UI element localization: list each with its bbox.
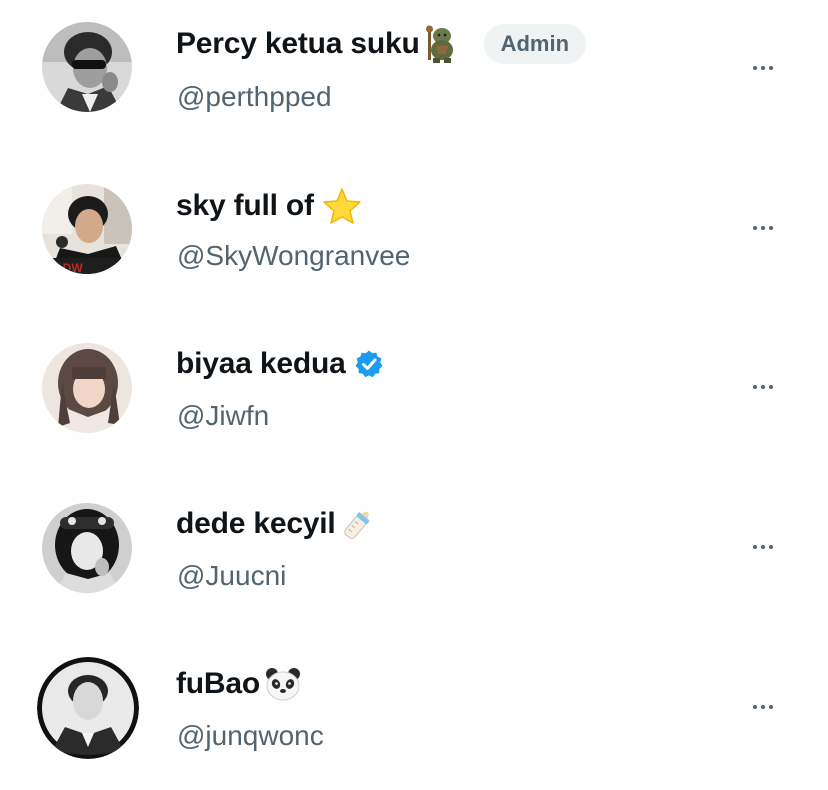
svg-text:ADW: ADW [54, 261, 83, 274]
member-list: Percy ketua suku Admin @perthpped ADW sk… [0, 0, 828, 773]
panda-emoji-icon [264, 666, 302, 702]
display-name: Percy ketua suku Admin [176, 22, 587, 66]
display-name: biyaa kedua [176, 342, 384, 386]
member-row[interactable]: Percy ketua suku Admin @perthpped [0, 0, 828, 150]
avatar[interactable] [42, 22, 132, 112]
more-dot-icon [753, 226, 757, 230]
avatar[interactable] [42, 343, 132, 433]
more-options-button[interactable] [740, 372, 786, 402]
display-name: fuBao [176, 662, 302, 706]
handle: @Juucni [177, 560, 287, 591]
member-row[interactable]: ADW sky full of @SkyWongranvee [0, 160, 828, 310]
member-row[interactable]: fuBao @junqwonc [0, 640, 828, 790]
more-dot-icon [769, 226, 773, 230]
more-dot-icon [769, 705, 773, 709]
avatar[interactable]: ADW [42, 184, 132, 274]
handle: @perthpped [177, 81, 332, 112]
more-dot-icon [753, 545, 757, 549]
baby-bottle-emoji-icon [338, 504, 378, 544]
more-options-button[interactable] [740, 213, 786, 243]
display-name: dede kecyil [176, 502, 378, 546]
member-row[interactable]: dede kecyil @Juucni [0, 480, 828, 630]
more-options-button[interactable] [740, 692, 786, 722]
display-name-text: Percy ketua suku [176, 27, 420, 60]
display-name: sky full of [176, 184, 362, 228]
display-name-text: sky full of [176, 189, 314, 222]
more-dot-icon [761, 545, 765, 549]
more-dot-icon [761, 66, 765, 70]
handle: @SkyWongranvee [177, 240, 411, 271]
more-dot-icon [769, 385, 773, 389]
avatar[interactable] [37, 657, 139, 759]
member-row[interactable]: biyaa kedua @Jiwfn [0, 320, 828, 470]
more-options-button[interactable] [740, 532, 786, 562]
admin-badge: Admin [483, 24, 587, 64]
more-dot-icon [761, 705, 765, 709]
troll-emoji-icon [424, 24, 460, 64]
star-emoji-icon [322, 187, 362, 225]
display-name-text: biyaa kedua [176, 347, 346, 380]
more-dot-icon [769, 66, 773, 70]
more-options-button[interactable] [740, 53, 786, 83]
avatar[interactable] [42, 503, 132, 593]
handle: @junqwonc [177, 720, 324, 751]
more-dot-icon [761, 385, 765, 389]
display-name-text: fuBao [176, 667, 260, 700]
more-dot-icon [769, 545, 773, 549]
more-dot-icon [753, 66, 757, 70]
more-dot-icon [753, 385, 757, 389]
more-dot-icon [753, 705, 757, 709]
more-dot-icon [761, 226, 765, 230]
handle: @Jiwfn [177, 400, 270, 431]
verified-badge-icon [354, 349, 384, 379]
display-name-text: dede kecyil [176, 507, 336, 540]
